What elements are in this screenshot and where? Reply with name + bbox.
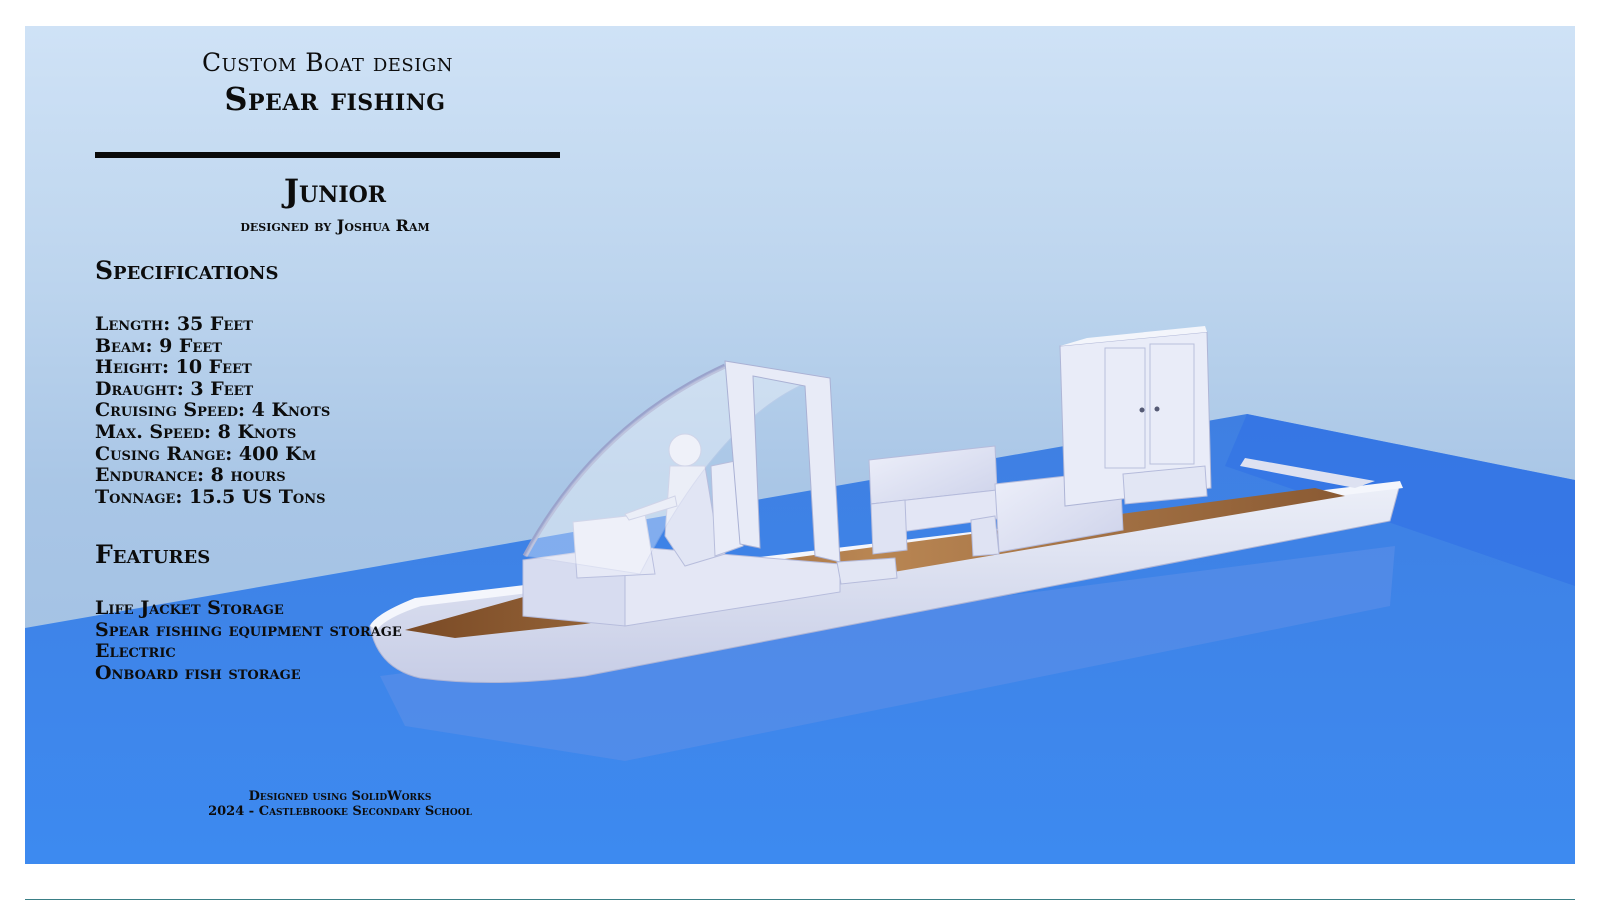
spec-item: Length: 35 Feet (95, 313, 253, 335)
feature-item: Life Jacket Storage (95, 597, 284, 619)
spec-item: Max. Speed: 8 Knots (95, 420, 297, 443)
bench-leg (870, 499, 908, 555)
feature-item: Spear fishing equipment storage (95, 618, 402, 641)
header-line-1: Custom Boat design (201, 48, 453, 77)
specifications-heading: Specifications (95, 256, 279, 285)
spec-item: Beam: 9 Feet (95, 334, 222, 357)
poster: Custom Boat design Spear fishing Junior … (25, 26, 1575, 864)
cabinet-handle-left (1139, 407, 1145, 413)
cabinet-handle-right (1154, 406, 1160, 412)
boat-name: Junior (283, 172, 387, 210)
bench-2-side (970, 515, 1000, 557)
title-divider (95, 152, 560, 158)
feature-item: Electric (95, 640, 176, 663)
specifications-list: Length: 35 Feet Beam: 9 Feet Height: 10 … (95, 313, 331, 508)
footer-credits: Designed using SolidWorks 2024 - Castleb… (175, 789, 505, 819)
spec-item: Cusing Range: 400 Km (95, 442, 317, 465)
footer-school: 2024 - Castlebrooke Secondary School (208, 803, 472, 819)
features-heading: Features (95, 540, 211, 569)
header-line-2: Spear fishing (224, 80, 446, 118)
spec-item: Cruising Speed: 4 Knots (95, 399, 331, 422)
designer-credit: designed by Joshua Ram (240, 216, 430, 235)
features-list: Life Jacket Storage Spear fishing equipm… (95, 597, 402, 684)
spec-item: Height: 10 Feet (95, 356, 252, 379)
spec-item: Endurance: 8 hours (95, 464, 286, 487)
feature-item: Onboard fish storage (95, 661, 301, 684)
spec-item: Tonnage: 15.5 US Tons (95, 485, 326, 508)
footer-software: Designed using SolidWorks (248, 789, 432, 804)
spec-item: Draught: 3 Feet (95, 377, 254, 400)
